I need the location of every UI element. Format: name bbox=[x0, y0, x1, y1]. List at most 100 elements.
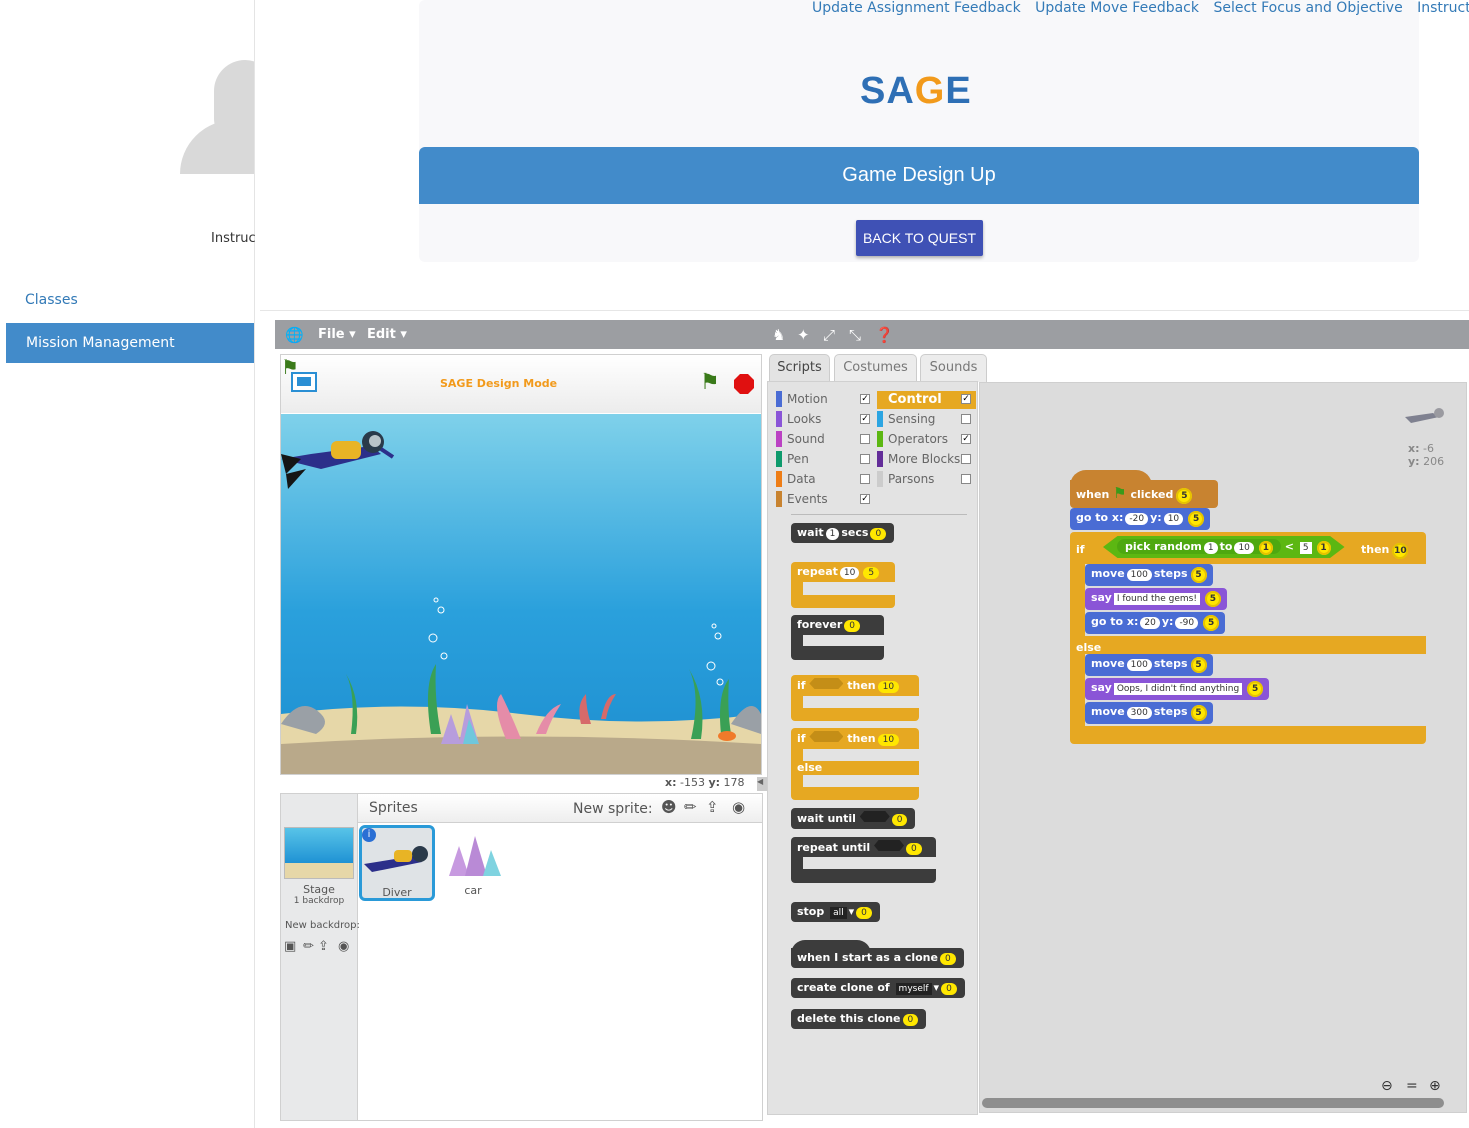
block-delete-clone[interactable]: delete this clone 0 bbox=[791, 1009, 927, 1029]
horizontal-scrollbar[interactable] bbox=[982, 1098, 1444, 1108]
category-checkbox[interactable] bbox=[860, 474, 870, 484]
avatar-body-shape bbox=[180, 120, 254, 174]
block-create-clone[interactable]: create clone of myself ▾ 0 bbox=[791, 978, 965, 998]
link-select-focus[interactable]: Select Focus and Objective bbox=[1213, 0, 1402, 16]
link-update-assignment-feedback[interactable]: Update Assignment Feedback bbox=[812, 0, 1021, 16]
zoom-in-icon[interactable]: ⊕ bbox=[1429, 1078, 1441, 1094]
info-icon[interactable]: i bbox=[362, 828, 376, 842]
category-more-blocks[interactable]: More Blocks bbox=[877, 451, 976, 469]
stage-canvas[interactable] bbox=[281, 414, 761, 774]
category-checkbox[interactable] bbox=[860, 454, 870, 464]
category-checkbox[interactable]: ✓ bbox=[860, 494, 870, 504]
paint-backdrop-icon[interactable]: ✏ bbox=[303, 939, 314, 954]
sprites-header bbox=[358, 794, 762, 823]
stage-thumbnail[interactable] bbox=[284, 827, 354, 879]
page-title: Game Design Up bbox=[419, 147, 1419, 204]
category-checkbox[interactable]: ✓ bbox=[961, 434, 971, 444]
back-to-quest-button[interactable]: BACK TO QUEST bbox=[856, 220, 983, 256]
category-checkbox[interactable] bbox=[961, 414, 971, 424]
category-checkbox[interactable]: ✓ bbox=[860, 394, 870, 404]
link-instruction[interactable]: Instruction bbox=[1417, 0, 1469, 16]
category-label: Pen bbox=[787, 452, 809, 466]
block-forever[interactable]: forever 0 bbox=[791, 615, 884, 660]
block-if-then[interactable]: if then 10 bbox=[791, 675, 919, 721]
category-checkbox[interactable] bbox=[961, 454, 971, 464]
category-label: Control bbox=[888, 392, 942, 407]
sidebar-item-mission-management[interactable]: Mission Management bbox=[6, 323, 254, 363]
presentation-mode-icon[interactable] bbox=[291, 372, 317, 392]
category-data[interactable]: Data bbox=[776, 471, 875, 489]
sprite-name: car bbox=[464, 884, 482, 897]
paint-sprite-icon[interactable]: ✏ bbox=[684, 798, 697, 816]
block-goto-xy[interactable]: go to x: -20 y: 10 5 bbox=[1070, 508, 1211, 530]
category-motion[interactable]: Motion ✓ bbox=[776, 391, 875, 409]
category-color-bar bbox=[877, 471, 883, 487]
block-repeat-until[interactable]: repeat until 0 bbox=[791, 837, 936, 883]
block-say[interactable]: say Oops, I didn't find anything 5 bbox=[1085, 678, 1270, 700]
block-wait[interactable]: wait 1 secs 0 bbox=[791, 523, 895, 543]
link-update-move-feedback[interactable]: Update Move Feedback bbox=[1035, 0, 1199, 16]
green-flag-icon[interactable]: ⚑ bbox=[700, 370, 720, 395]
category-looks[interactable]: Looks ✓ bbox=[776, 411, 875, 429]
category-checkbox[interactable] bbox=[961, 474, 971, 484]
category-sound[interactable]: Sound bbox=[776, 431, 875, 449]
category-label: Operators bbox=[888, 432, 948, 446]
block-wait-until[interactable]: wait until 0 bbox=[791, 808, 916, 829]
tab-costumes[interactable]: Costumes bbox=[834, 354, 917, 382]
block-move[interactable]: move 100 steps 5 bbox=[1085, 654, 1213, 676]
diver-sprite bbox=[281, 431, 395, 489]
category-pen[interactable]: Pen bbox=[776, 451, 875, 469]
block-when-clone-starts[interactable]: when I start as a clone 0 bbox=[791, 948, 964, 968]
category-color-bar bbox=[877, 431, 883, 447]
block-move[interactable]: move 300 steps 5 bbox=[1085, 702, 1213, 724]
category-checkbox[interactable] bbox=[860, 434, 870, 444]
avatar bbox=[150, 50, 254, 180]
zoom-out-icon[interactable]: ⊖ bbox=[1381, 1078, 1393, 1094]
category-events[interactable]: Events ✓ bbox=[776, 491, 875, 509]
backdrop-library-icon[interactable]: ▣ bbox=[284, 939, 296, 954]
category-color-bar bbox=[877, 391, 883, 407]
globe-icon[interactable]: 🌐 bbox=[285, 326, 304, 344]
sprite-item-car[interactable]: car bbox=[437, 828, 509, 904]
category-checkbox[interactable]: ✓ bbox=[860, 414, 870, 424]
scripts-area[interactable] bbox=[979, 382, 1467, 1113]
category-checkbox[interactable]: ✓ bbox=[961, 394, 971, 404]
zoom-reset-icon[interactable]: = bbox=[1406, 1078, 1418, 1094]
upload-backdrop-icon[interactable]: ⇪ bbox=[318, 939, 329, 954]
camera-backdrop-icon[interactable]: ◉ bbox=[338, 939, 349, 954]
category-parsons[interactable]: Parsons bbox=[877, 471, 976, 489]
block-when-flag-clicked[interactable]: when ⚑ clicked 5 bbox=[1070, 480, 1218, 508]
cut-icon[interactable]: ✦ bbox=[797, 326, 810, 344]
category-control[interactable]: Control ✓ bbox=[877, 391, 976, 409]
new-sprite-label: New sprite: bbox=[573, 801, 653, 817]
sprite-item-diver[interactable]: i Diver bbox=[359, 825, 435, 901]
new-backdrop-label: New backdrop: bbox=[285, 920, 360, 931]
upload-sprite-icon[interactable]: ⇪ bbox=[706, 798, 719, 816]
duplicate-icon[interactable]: ♞ bbox=[772, 326, 785, 344]
stage-collapse-handle[interactable]: ◀ bbox=[757, 777, 767, 791]
block-stop[interactable]: stop all ▾ 0 bbox=[791, 902, 880, 922]
category-sensing[interactable]: Sensing bbox=[877, 411, 976, 429]
file-menu[interactable]: File ▾ bbox=[318, 327, 356, 342]
stop-icon[interactable] bbox=[734, 374, 754, 394]
tab-scripts[interactable]: Scripts bbox=[769, 354, 830, 382]
grow-icon[interactable]: ⤢ bbox=[823, 326, 835, 344]
sidebar-item-classes[interactable]: Classes bbox=[25, 292, 78, 308]
scratch-menubar bbox=[275, 320, 1469, 349]
tab-sounds[interactable]: Sounds bbox=[920, 354, 987, 382]
shrink-icon[interactable]: ⤡ bbox=[849, 326, 861, 344]
category-color-bar bbox=[776, 431, 782, 447]
block-if-else[interactable]: if then 10 else bbox=[791, 728, 919, 800]
help-icon[interactable]: ❓ bbox=[875, 326, 894, 344]
operator-less-than[interactable]: pick random 1 to 10 1 < 51 bbox=[1103, 536, 1345, 558]
sprite-library-icon[interactable]: ☻ bbox=[661, 798, 677, 816]
block-repeat[interactable]: repeat 10 5 bbox=[791, 562, 895, 608]
camera-icon[interactable]: ◉ bbox=[732, 798, 745, 816]
block-move[interactable]: move 100 steps 5 bbox=[1085, 564, 1213, 586]
block-goto-xy[interactable]: go to x: 20 y: -90 5 bbox=[1085, 612, 1226, 634]
block-say[interactable]: say I found the gems! 5 bbox=[1085, 588, 1227, 610]
category-label: Events bbox=[787, 492, 828, 506]
sprite-y-pos: y: 206 bbox=[1408, 455, 1445, 468]
category-operators[interactable]: Operators ✓ bbox=[877, 431, 976, 449]
edit-menu[interactable]: Edit ▾ bbox=[367, 327, 407, 342]
